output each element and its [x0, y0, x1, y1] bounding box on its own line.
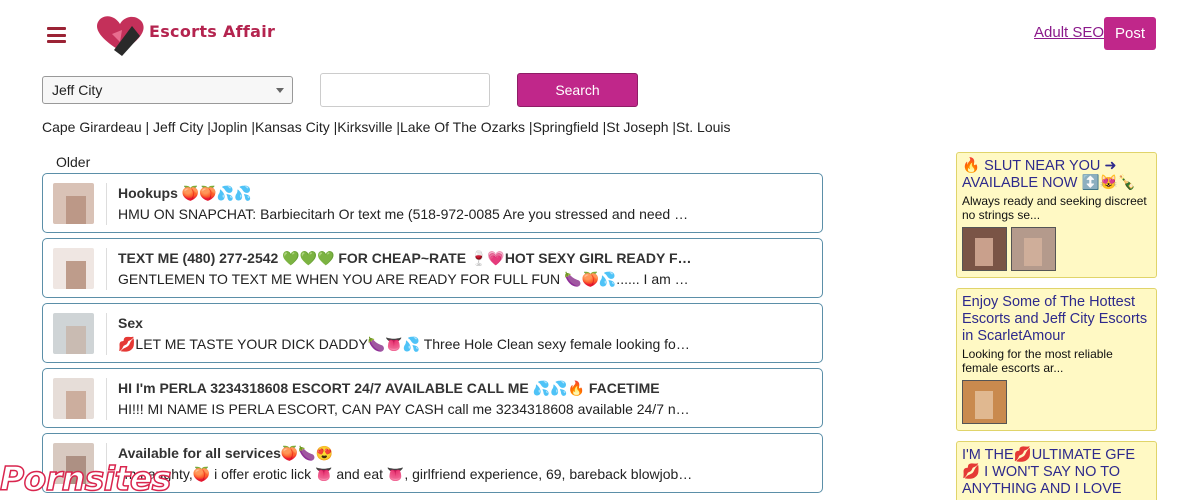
listing-description: HMU ON SNAPCHAT: Barbiecitarh Or text me…: [118, 206, 693, 222]
listing-item[interactable]: TEXT ME (480) 277-2542 💚💚💚 FOR CHEAP~RAT…: [42, 238, 823, 298]
menu-icon[interactable]: [47, 27, 66, 43]
listing-description: 💋LET ME TASTE YOUR DICK DADDY🍆👅💦 Three H…: [118, 336, 693, 352]
city-links: Cape Girardeau | Jeff City |Joplin |Kans…: [42, 119, 731, 135]
city-link-springfield[interactable]: Springfield: [533, 119, 599, 135]
ad-card[interactable]: Enjoy Some of The Hottest Escorts and Je…: [956, 288, 1157, 431]
site-header: Escorts Affair Adult SEO Post: [0, 0, 1200, 70]
ad-card[interactable]: I'M THE💋ULTIMATE GFE💋 I WON'T SAY NO TO …: [956, 441, 1157, 500]
post-button[interactable]: Post: [1104, 17, 1156, 50]
listing-list: Hookups 🍑🍑💦💦 HMU ON SNAPCHAT: Barbiecita…: [42, 173, 823, 498]
listing-description: GENTLEMEN TO TEXT ME WHEN YOU ARE READY …: [118, 271, 693, 287]
ad-thumbnail[interactable]: [962, 227, 1007, 271]
listing-thumbnail: [53, 378, 94, 419]
watermark-logo: Pornsites: [0, 458, 172, 499]
older-link[interactable]: Older: [56, 154, 90, 170]
city-select-value: Jeff City: [52, 82, 103, 98]
listing-title: Sex: [118, 315, 143, 331]
listing-thumbnail: [53, 183, 94, 224]
ad-description: Looking for the most reliable female esc…: [962, 347, 1113, 375]
sidebar-ads: 🔥 SLUT NEAR YOU ➜ AVAILABLE NOW ↕️😻🍾 Alw…: [956, 152, 1157, 500]
listing-title: Available for all services🍑🍆😍: [118, 445, 334, 461]
listing-item[interactable]: Hookups 🍑🍑💦💦 HMU ON SNAPCHAT: Barbiecita…: [42, 173, 823, 233]
city-link-kansas-city[interactable]: Kansas City: [255, 119, 330, 135]
adult-seo-link[interactable]: Adult SEO: [1034, 24, 1104, 41]
ad-title[interactable]: Enjoy Some of The Hottest Escorts and Je…: [962, 294, 1151, 345]
city-link-st-louis[interactable]: St. Louis: [676, 119, 730, 135]
listing-title: HI I'm PERLA 3234318608 ESCORT 24/7 AVAI…: [118, 380, 660, 396]
ad-description: Always ready and seeking discreet no str…: [962, 194, 1147, 222]
ad-thumbnail[interactable]: [1011, 227, 1056, 271]
logo-text: Escorts Affair: [149, 22, 276, 41]
listing-item[interactable]: HI I'm PERLA 3234318608 ESCORT 24/7 AVAI…: [42, 368, 823, 428]
search-button[interactable]: Search: [517, 73, 638, 107]
ad-title[interactable]: 🔥 SLUT NEAR YOU ➜ AVAILABLE NOW ↕️😻🍾: [962, 158, 1151, 192]
listing-description: I'm naughty,🍑 i offer erotic lick 👅 and …: [118, 466, 693, 482]
site-logo[interactable]: Escorts Affair: [92, 12, 275, 56]
city-link-jeff-city[interactable]: Jeff City: [153, 119, 203, 135]
city-link-cape-girardeau[interactable]: Cape Girardeau: [42, 119, 142, 135]
search-input[interactable]: [320, 73, 490, 107]
listing-title: Hookups 🍑🍑💦💦: [118, 185, 252, 201]
listing-title: TEXT ME (480) 277-2542 💚💚💚 FOR CHEAP~RAT…: [118, 250, 698, 266]
listing-description: HI!!! MI NAME IS PERLA ESCORT, CAN PAY C…: [118, 401, 693, 417]
listing-item[interactable]: Sex 💋LET ME TASTE YOUR DICK DADDY🍆👅💦 Thr…: [42, 303, 823, 363]
city-select[interactable]: Jeff City: [42, 76, 293, 104]
ad-card[interactable]: 🔥 SLUT NEAR YOU ➜ AVAILABLE NOW ↕️😻🍾 Alw…: [956, 152, 1157, 278]
ad-thumbnail[interactable]: [962, 380, 1007, 424]
chevron-down-icon: [276, 88, 284, 93]
ad-title[interactable]: I'M THE💋ULTIMATE GFE💋 I WON'T SAY NO TO …: [962, 447, 1151, 498]
listing-thumbnail: [53, 248, 94, 289]
listing-thumbnail: [53, 313, 94, 354]
city-link-joplin[interactable]: Joplin: [211, 119, 248, 135]
city-link-lake-of-the-ozarks[interactable]: Lake Of The Ozarks: [400, 119, 525, 135]
city-link-st-joseph[interactable]: St Joseph: [606, 119, 668, 135]
city-link-kirksville[interactable]: Kirksville: [337, 119, 392, 135]
logo-heart-icon: [97, 16, 144, 56]
